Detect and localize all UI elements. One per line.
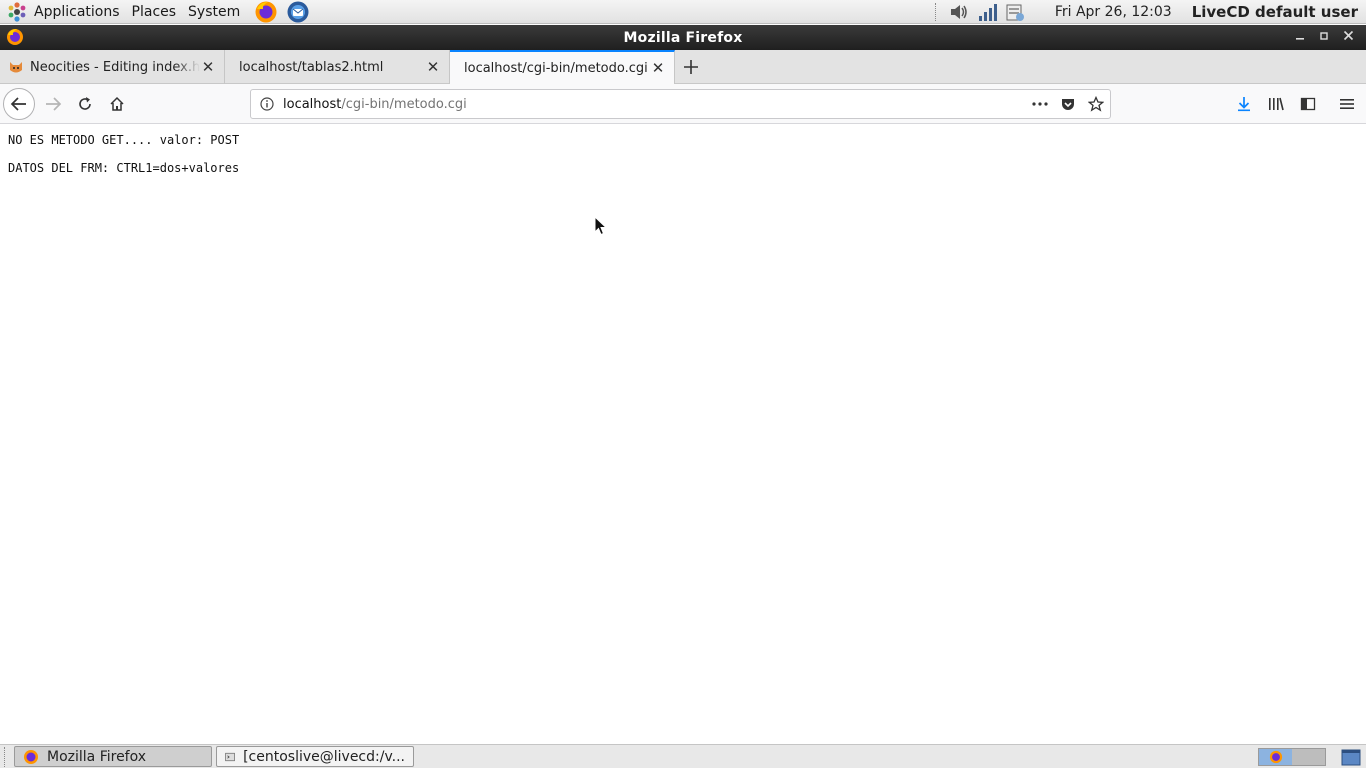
mouse-pointer-icon xyxy=(594,216,608,236)
page-actions-button[interactable] xyxy=(1026,90,1054,118)
menu-button[interactable] xyxy=(1331,88,1363,120)
neocities-cat-icon xyxy=(10,62,22,73)
taskbar-item-label: [centoslive@livecd:/v... xyxy=(243,748,405,765)
tab-label: localhost/cgi-bin/metodo.cgi xyxy=(464,60,648,76)
window-controls xyxy=(1288,25,1360,50)
new-tab-button[interactable] xyxy=(675,50,707,83)
more-dots-icon xyxy=(1032,102,1048,106)
window-titlebar[interactable]: Mozilla Firefox xyxy=(0,25,1366,50)
places-menu[interactable]: Places xyxy=(126,0,183,24)
show-desktop-icon[interactable] xyxy=(1340,747,1362,767)
download-arrow-icon xyxy=(1238,97,1250,112)
panel-user-name[interactable]: LiveCD default user xyxy=(1192,3,1358,21)
url-host: localhost xyxy=(283,96,342,112)
site-info-button[interactable] xyxy=(251,97,283,111)
back-arrow-icon xyxy=(10,97,26,111)
forward-arrow-icon xyxy=(46,97,62,111)
workspace-2[interactable] xyxy=(1292,749,1325,765)
tab-metodo-cgi[interactable]: localhost/cgi-bin/metodo.cgi ✕ xyxy=(450,50,675,84)
window-title: Mozilla Firefox xyxy=(623,29,743,46)
page-content: NO ES METODO GET.... valor: POST DATOS D… xyxy=(0,125,1366,744)
taskbar-item-label: Mozilla Firefox xyxy=(47,748,147,765)
form-data-message: DATOS DEL FRM: CTRL1=dos+valores xyxy=(8,161,240,175)
navigation-toolbar: localhost/cgi-bin/metodo.cgi xyxy=(0,84,1366,124)
tab-close-button[interactable]: ✕ xyxy=(425,59,441,75)
firefox-icon xyxy=(24,749,38,764)
tab-close-button[interactable]: ✕ xyxy=(650,60,666,76)
panel-clock[interactable]: Fri Apr 26, 12:03 xyxy=(1055,4,1172,20)
star-icon xyxy=(1088,96,1104,112)
reload-button[interactable] xyxy=(69,88,101,120)
tray-separator xyxy=(934,3,937,21)
tab-label: localhost/tablas2.html xyxy=(239,59,384,75)
sidebar-icon xyxy=(1300,97,1316,111)
minimize-button[interactable] xyxy=(1288,28,1312,48)
pocket-icon xyxy=(1062,99,1074,110)
home-button[interactable] xyxy=(101,88,133,120)
close-icon xyxy=(1343,30,1353,40)
places-menu-label: Places xyxy=(131,3,177,20)
firefox-icon xyxy=(1269,750,1282,764)
minimize-icon xyxy=(1296,37,1304,40)
tab-close-button[interactable]: ✕ xyxy=(200,59,216,75)
downloads-button[interactable] xyxy=(1228,88,1260,120)
applications-menu[interactable]: Applications xyxy=(0,0,126,24)
tab-neocities[interactable]: Neocities - Editing index.html ✕ xyxy=(0,50,225,84)
firefox-launcher-icon[interactable] xyxy=(254,0,278,24)
info-icon xyxy=(260,97,274,111)
tab-strip: Neocities - Editing index.html ✕ localho… xyxy=(0,50,1366,84)
url-path: /cgi-bin/metodo.cgi xyxy=(341,96,467,112)
method-message: NO ES METODO GET.... valor: POST xyxy=(8,133,240,147)
taskbar-grip xyxy=(4,746,8,767)
firefox-window-icon[interactable] xyxy=(6,28,24,46)
taskbar-item-terminal[interactable]: [centoslive@livecd:/v... xyxy=(216,746,414,767)
back-button[interactable] xyxy=(3,88,35,120)
library-button[interactable] xyxy=(1260,88,1292,120)
plus-icon xyxy=(684,59,698,74)
library-icon xyxy=(1269,97,1284,111)
applications-menu-label: Applications xyxy=(34,3,120,20)
thunderbird-launcher-icon[interactable] xyxy=(286,0,310,24)
network-signal-icon[interactable] xyxy=(976,1,998,23)
pocket-button[interactable] xyxy=(1054,90,1082,118)
hamburger-icon xyxy=(1340,99,1354,109)
volume-icon[interactable] xyxy=(948,1,970,23)
gnome-foot-icon xyxy=(8,1,26,22)
reload-icon xyxy=(79,97,91,110)
bottom-taskbar: Mozilla Firefox [centoslive@livecd:/v... xyxy=(0,744,1366,768)
terminal-icon xyxy=(225,752,235,761)
tab-label: Neocities - Editing index.html xyxy=(30,59,200,75)
maximize-button[interactable] xyxy=(1312,28,1336,48)
workspace-1[interactable] xyxy=(1259,749,1292,765)
tab-tablas2[interactable]: localhost/tablas2.html ✕ xyxy=(225,50,450,84)
workspace-switcher[interactable] xyxy=(1258,748,1326,766)
forward-button[interactable] xyxy=(37,88,69,120)
maximize-icon xyxy=(1320,31,1328,40)
close-window-button[interactable] xyxy=(1336,28,1360,48)
system-menu-label: System xyxy=(188,3,241,20)
url-bar[interactable]: localhost/cgi-bin/metodo.cgi xyxy=(250,89,1111,119)
home-icon xyxy=(110,96,124,111)
taskbar-item-firefox[interactable]: Mozilla Firefox xyxy=(14,746,212,767)
top-panel: Applications Places System Fri Apr 26, 1… xyxy=(0,0,1366,24)
sidebar-button[interactable] xyxy=(1292,88,1324,120)
url-text[interactable]: localhost/cgi-bin/metodo.cgi xyxy=(283,97,1026,112)
update-notifier-icon[interactable] xyxy=(1004,1,1026,23)
panel-tray: Fri Apr 26, 12:03 LiveCD default user xyxy=(934,0,1366,24)
bookmark-star-button[interactable] xyxy=(1082,90,1110,118)
system-menu[interactable]: System xyxy=(182,0,246,24)
